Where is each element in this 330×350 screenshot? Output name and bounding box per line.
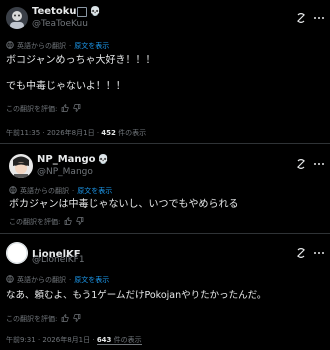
more-options-icon[interactable] [313,155,325,167]
globe-icon [6,41,14,51]
post3-views-count: 643 [96,336,112,344]
separator-dot: · [69,276,72,284]
thumbs-up-icon[interactable] [61,314,69,324]
post3-views-link[interactable]: 643 件の表示 [96,336,142,345]
post1-views-count: 452 [101,129,116,137]
post1-text-line-2: でも中毒じゃないよ！！！ [6,81,126,92]
post2-display-name[interactable]: NP_Mango [37,154,96,165]
translated-label: 英語からの翻訳 [17,276,66,284]
grok-icon[interactable] [295,155,307,169]
post2-handle[interactable]: @NP_Mango [37,167,93,177]
post3-timestamp[interactable]: 午前9:31 · 2026年8月1日 [6,336,90,344]
globe-icon [9,186,17,196]
divider [0,143,330,144]
show-original-link[interactable]: 原文を表示 [74,275,109,285]
post1-handle[interactable]: @TeaToeKuu [32,19,88,29]
thumbs-down-icon[interactable] [73,314,81,324]
rate-translation-row: この翻訳を評価: [6,314,81,324]
rate-translation-row: この翻訳を評価: [9,217,84,227]
post1-meta: 午前11:35 · 2026年8月1日 · 452 件の表示 [6,129,147,137]
grok-icon[interactable] [295,244,307,258]
post1-views-label: 件の表示 [118,129,147,137]
post2-text: ボカジャンは中毒じゃないし、いつでもやめられる [9,199,239,210]
thumbs-down-icon[interactable] [76,217,84,227]
avatar-np-mango[interactable] [9,154,33,178]
post1-timestamp[interactable]: 午前11:35 · 2026年8月1日 [6,129,95,137]
post1-display-name[interactable]: Teetoku [32,6,76,17]
thumbs-up-icon[interactable] [64,217,72,227]
show-original-link[interactable]: 原文を表示 [77,186,112,196]
translated-label: 英語からの翻訳 [20,187,69,195]
square-badge-icon [77,6,88,17]
rate-translation-row: この翻訳を評価: [6,104,81,114]
thumbs-up-icon[interactable] [61,104,69,114]
post3-text: なあ、頼むよ、もう1ゲームだけPokojanやりたかったんだ。 [6,290,267,301]
translated-label: 英語からの翻訳 [17,42,66,50]
show-original-link[interactable]: 原文を表示 [74,41,109,51]
globe-icon [6,275,14,285]
post3-handle[interactable]: @LionelKF1 [32,255,85,265]
post3-views-label: 件の表示 [113,336,142,344]
translation-bar: 英語からの翻訳 · 原文を表示 [6,41,109,51]
more-options-icon[interactable] [313,9,325,21]
divider [0,233,330,234]
more-options-icon[interactable] [313,244,325,256]
thumbs-down-icon[interactable] [73,104,81,114]
post3-meta: 午前9:31 · 2026年8月1日 · 643 件の表示 [6,336,142,345]
translation-bar: 英語からの翻訳 · 原文を表示 [6,275,109,285]
post1-text-line-1: ボコジャンめっちゃ大好き！！！ [6,55,156,66]
grok-icon[interactable] [295,9,307,23]
skull-emoji-icon: 💀 [89,6,101,17]
skull-emoji-icon: 💀 [97,154,109,165]
separator-dot: · [69,42,72,50]
translation-bar: 英語からの翻訳 · 原文を表示 [9,186,112,196]
avatar-teetoku[interactable] [6,7,28,29]
avatar-lionelkf[interactable] [6,242,28,264]
separator-dot: · [72,187,75,195]
rate-label: この翻訳を評価: [6,105,58,113]
rate-label: この翻訳を評価: [6,315,58,323]
rate-label: この翻訳を評価: [9,218,61,226]
